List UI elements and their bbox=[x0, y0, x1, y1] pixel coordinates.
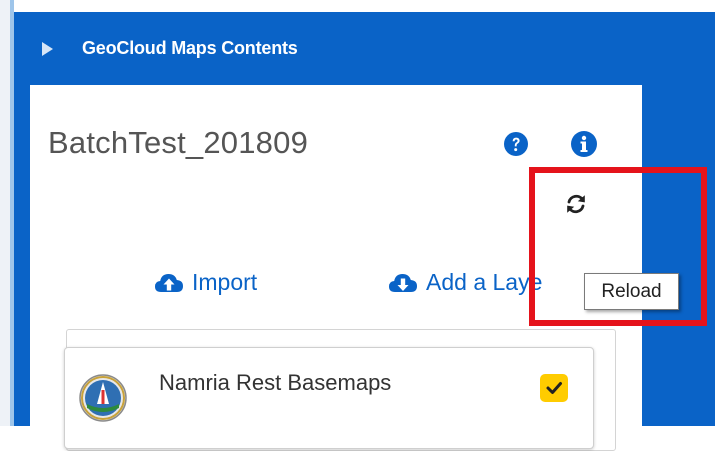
layer-name: Namria Rest Basemaps bbox=[159, 370, 392, 395]
expand-arrow-icon[interactable] bbox=[42, 41, 53, 56]
left-strip bbox=[0, 0, 10, 426]
contents-header[interactable]: GeoCloud Maps Contents bbox=[14, 12, 715, 85]
namria-logo-icon bbox=[79, 374, 127, 422]
layer-item[interactable]: Namria Rest Basemaps bbox=[64, 347, 594, 449]
header-title: GeoCloud Maps Contents bbox=[82, 38, 298, 58]
cloud-upload-icon bbox=[155, 273, 183, 292]
question-circle-icon[interactable] bbox=[504, 132, 528, 156]
import-label: Import bbox=[192, 269, 258, 295]
layer-visibility-checkbox[interactable] bbox=[540, 374, 568, 402]
cloud-download-icon bbox=[389, 273, 417, 292]
project-title: BatchTest_201809 bbox=[48, 125, 309, 160]
add-layer-button[interactable]: Add a Laye bbox=[388, 269, 542, 296]
import-button[interactable]: Import bbox=[154, 269, 257, 296]
checkmark-icon bbox=[546, 382, 562, 394]
info-circle-icon[interactable] bbox=[571, 131, 597, 157]
highlight-annotation bbox=[529, 167, 707, 326]
add-layer-label: Add a Laye bbox=[426, 269, 543, 295]
